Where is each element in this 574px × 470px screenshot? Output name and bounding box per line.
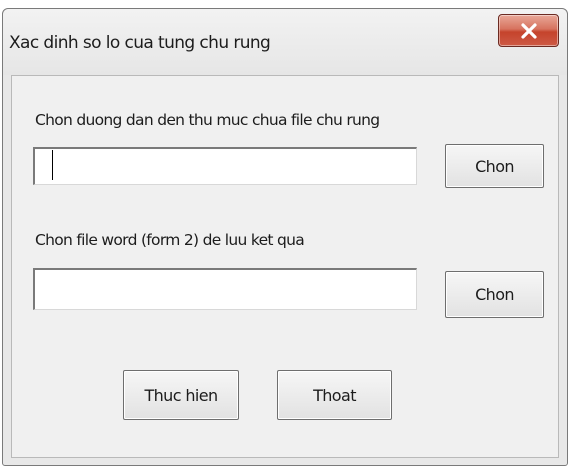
folder-path-label: Chon duong dan den thu muc chua file chu…	[35, 111, 380, 129]
close-button[interactable]	[498, 14, 559, 47]
execute-button[interactable]: Thuc hien	[123, 370, 239, 420]
choose-folder-button[interactable]: Chon	[445, 144, 544, 188]
screen: Xac dinh so lo cua tung chu rung Chon du…	[0, 0, 574, 470]
folder-path-input[interactable]	[33, 147, 417, 185]
word-file-input[interactable]	[33, 268, 417, 310]
choose-word-file-button[interactable]: Chon	[445, 271, 544, 318]
word-file-label: Chon file word (form 2) de luu ket qua	[35, 231, 305, 249]
title-bar[interactable]: Xac dinh so lo cua tung chu rung	[3, 9, 567, 75]
close-icon	[520, 22, 537, 39]
background-strip	[0, 0, 574, 8]
text-caret	[52, 150, 53, 180]
exit-button[interactable]: Thoat	[277, 370, 392, 420]
window-title: Xac dinh so lo cua tung chu rung	[9, 33, 271, 53]
